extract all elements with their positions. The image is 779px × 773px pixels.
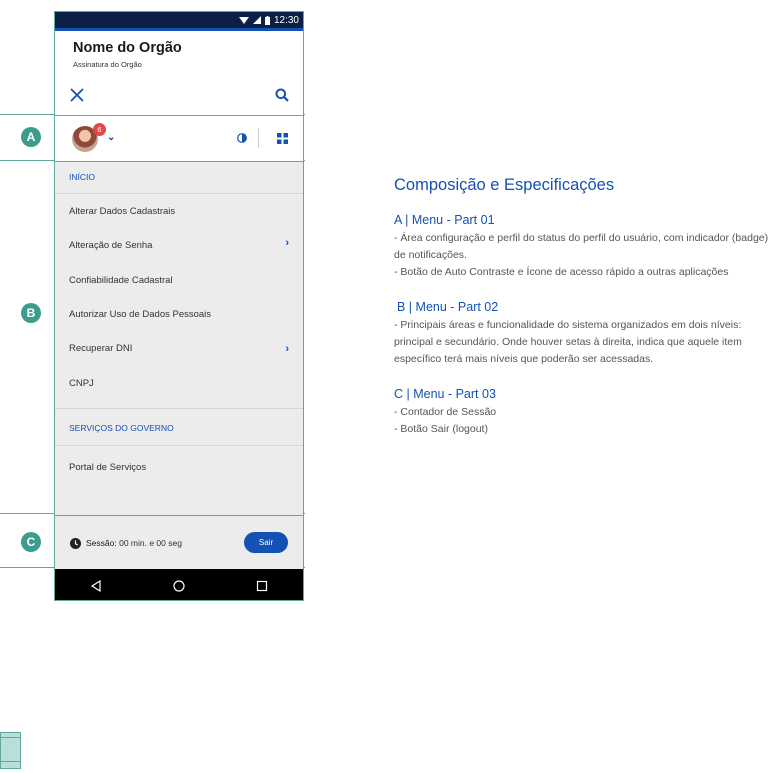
logout-button[interactable]: Sair [244,532,288,553]
contrast-icon[interactable] [237,133,247,143]
divider [258,128,259,148]
divider [55,445,303,446]
menu-header: Nome do Orgão Assinatura do Orgão [55,31,303,116]
status-bar: 12:30 [55,12,303,31]
signal-icon [252,16,261,24]
menu-list: INÍCIO Alterar Dados Cadastrais Alteraçã… [55,162,303,514]
spec-block-b: B | Menu - Part 02 - Principais áreas e … [394,294,779,368]
home-icon[interactable] [173,579,185,592]
menu-item-portal-servicos[interactable]: Portal de Serviços [69,462,146,473]
spec-panel: Composição e Especificações A | Menu - P… [394,176,779,451]
spec-heading-a: A | Menu - Part 01 [394,213,495,227]
close-icon[interactable] [69,87,85,103]
phone-frame: 12:30 Nome do Orgão Assinatura do Orgão … [54,11,304,601]
menu-item-recuperar-dni[interactable]: Recuperar DNI [69,343,132,354]
apps-grid-icon[interactable] [277,133,288,144]
back-icon[interactable] [90,579,102,592]
marker-a: A [21,127,41,147]
spec-text: - Área configuração e perfil do status d… [394,232,769,261]
chevron-right-icon[interactable]: › [285,343,289,355]
android-nav-bar [55,569,303,600]
clock-icon [70,538,81,549]
menu-footer: Sessão: 00 min. e 00 seg Sair [55,515,303,569]
section-title-inicio: INÍCIO [69,172,95,182]
recents-icon[interactable] [256,580,268,592]
spec-text: - Contador de Sessão [394,406,497,418]
marker-b: B [21,303,41,323]
wifi-icon [238,17,249,24]
session-counter: Sessão: 00 min. e 00 seg [86,538,182,548]
divider [55,193,303,194]
search-icon[interactable] [275,88,289,102]
spec-block-a: A | Menu - Part 01 - Área configuração e… [394,213,779,281]
spec-title: Composição e Especificações [394,176,615,194]
session-value: 00 min. e 00 seg [119,538,182,548]
user-bar: 6 ⌄ [55,116,303,162]
spec-text: - Botão de Auto Contraste e Ícone de ace… [394,266,729,278]
menu-item-autorizar-dados[interactable]: Autorizar Uso de Dados Pessoais [69,309,211,320]
spec-text: - Principais áreas e funcionalidade do s… [394,319,742,365]
battery-icon [264,15,270,25]
org-subtitle: Assinatura do Orgão [73,60,142,69]
section-title-servicos: SERVIÇOS DO GOVERNO [69,423,174,433]
chevron-right-icon[interactable]: › [285,237,289,249]
status-time: 12:30 [273,14,299,26]
spec-text: - Botão Sair (logout) [394,423,488,435]
menu-item-alterar-dados[interactable]: Alterar Dados Cadastrais [69,206,175,217]
chevron-down-icon[interactable]: ⌄ [107,132,115,143]
spec-block-c: C | Menu - Part 03 - Contador de Sessão … [394,381,779,438]
spec-heading-c: C | Menu - Part 03 [394,387,496,401]
spec-heading-b: B | Menu - Part 02 [397,300,499,314]
menu-item-cnpj[interactable]: CNPJ [69,378,94,389]
menu-item-alteracao-senha[interactable]: Alteração de Senha [69,240,152,251]
session-label: Sessão: [86,538,117,548]
org-name: Nome do Orgão [73,40,182,56]
menu-item-confiabilidade[interactable]: Confiabilidade Cadastral [69,275,173,286]
divider [55,408,303,409]
marker-c: C [21,532,41,552]
phone-thumbnail-icon [0,732,21,769]
notification-badge: 6 [93,123,106,136]
